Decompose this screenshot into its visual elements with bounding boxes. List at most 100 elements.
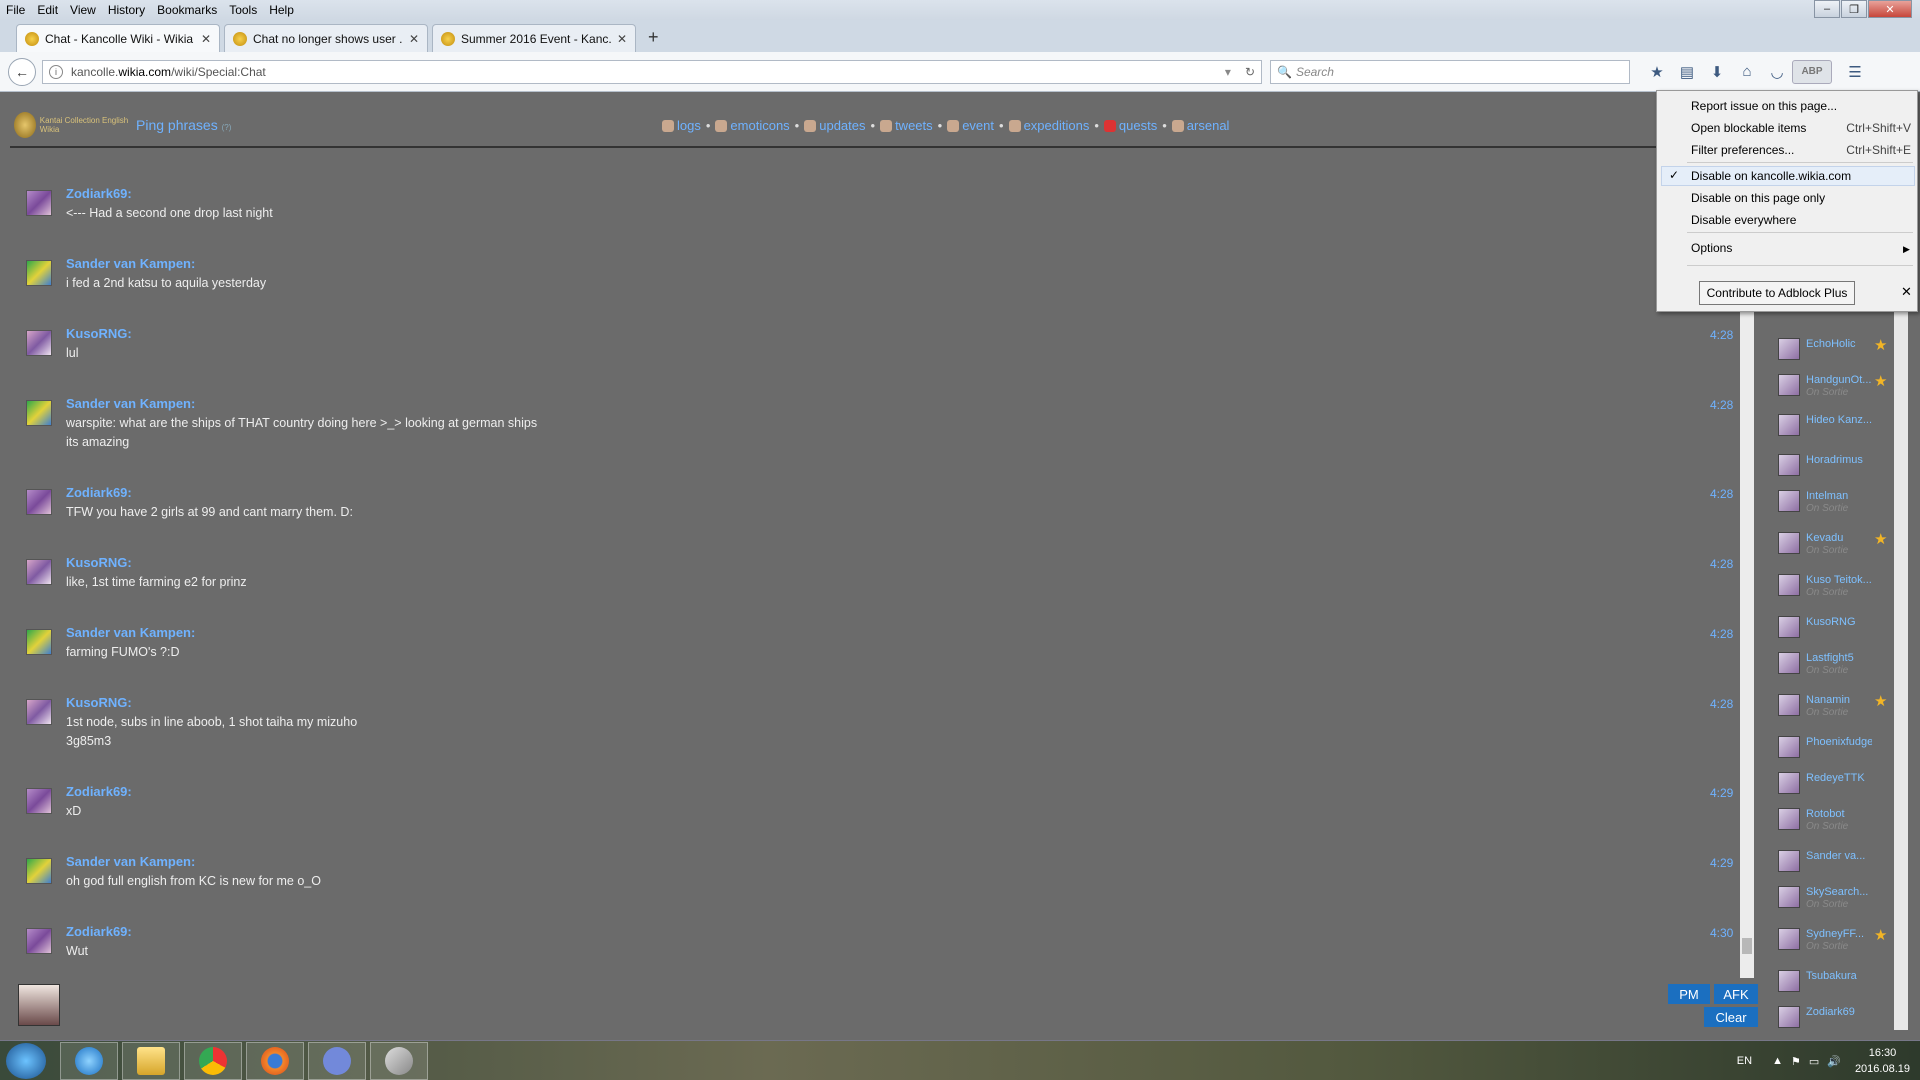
- language-indicator[interactable]: EN: [1737, 1055, 1752, 1067]
- tab-summer-event[interactable]: Summer 2016 Event - Kanc... ✕: [432, 24, 636, 52]
- menu-help[interactable]: Help: [269, 3, 294, 17]
- url-bar[interactable]: i kancolle.wikia.com/wiki/Special:Chat ▾…: [42, 59, 1262, 84]
- menu-item-open-blockable[interactable]: Open blockable items Ctrl+Shift+V: [1691, 121, 1911, 135]
- user-list-item[interactable]: Lastfight5 On Sortie: [1778, 650, 1888, 680]
- clear-button[interactable]: Clear: [1704, 1007, 1758, 1027]
- user-list-scrollbar[interactable]: [1894, 310, 1908, 1030]
- close-tab-icon[interactable]: ✕: [201, 32, 211, 46]
- scrollbar-thumb[interactable]: [1742, 938, 1752, 954]
- user-list-item[interactable]: HandgunOt... On Sortie ★: [1778, 372, 1888, 402]
- start-button[interactable]: [6, 1043, 46, 1079]
- user-list-item[interactable]: Intelman On Sortie: [1778, 488, 1888, 518]
- menu-edit[interactable]: Edit: [37, 3, 58, 17]
- contribute-button[interactable]: Contribute to Adblock Plus: [1699, 281, 1855, 305]
- link-expeditions[interactable]: expeditions: [1008, 118, 1089, 133]
- user-list-item[interactable]: SydneyFF... On Sortie ★: [1778, 926, 1888, 956]
- taskbar-ie[interactable]: [60, 1042, 118, 1080]
- menu-item-report-issue[interactable]: Report issue on this page...: [1691, 99, 1911, 113]
- taskbar-explorer[interactable]: [122, 1042, 180, 1080]
- home-icon[interactable]: ⌂: [1732, 60, 1762, 84]
- tab-chat[interactable]: Chat - Kancolle Wiki - Wikia ✕: [16, 24, 220, 52]
- close-icon[interactable]: ✕: [1901, 284, 1912, 300]
- message-username[interactable]: Sander van Kampen:: [66, 396, 195, 411]
- user-list-item[interactable]: Kuso Teitok... On Sortie: [1778, 572, 1888, 602]
- message-username[interactable]: Zodiark69:: [66, 924, 132, 939]
- message-username[interactable]: Zodiark69:: [66, 784, 132, 799]
- message-username[interactable]: KusoRNG:: [66, 555, 132, 570]
- pm-button[interactable]: PM: [1668, 984, 1710, 1004]
- menu-bookmarks[interactable]: Bookmarks: [157, 3, 217, 17]
- volume-icon[interactable]: 🔊: [1827, 1055, 1841, 1068]
- afk-button[interactable]: AFK: [1714, 984, 1758, 1004]
- avatar[interactable]: [26, 559, 52, 585]
- menu-tools[interactable]: Tools: [229, 3, 257, 17]
- menu-item-filter-preferences[interactable]: Filter preferences... Ctrl+Shift+E: [1691, 143, 1911, 157]
- search-input[interactable]: 🔍 Search: [1270, 59, 1630, 84]
- message-username[interactable]: Sander van Kampen:: [66, 256, 195, 271]
- user-list-item[interactable]: RedeyeTTK: [1778, 770, 1888, 800]
- avatar[interactable]: [26, 928, 52, 954]
- reload-icon[interactable]: ↻: [1245, 65, 1255, 79]
- user-list-item[interactable]: SkySearch... On Sortie: [1778, 884, 1888, 914]
- pocket-icon[interactable]: ◡: [1762, 60, 1792, 84]
- menu-file[interactable]: File: [6, 3, 25, 17]
- taskbar-chrome[interactable]: [184, 1042, 242, 1080]
- avatar[interactable]: [26, 260, 52, 286]
- menu-item-options[interactable]: Options: [1691, 241, 1911, 255]
- user-list-item[interactable]: Sander va...: [1778, 848, 1888, 878]
- user-list-item[interactable]: KusoRNG: [1778, 614, 1888, 644]
- link-logs[interactable]: logs: [662, 118, 701, 133]
- menu-item-disable-site[interactable]: Disable on kancolle.wikia.com: [1691, 169, 1911, 183]
- minimize-button[interactable]: ‒: [1814, 0, 1840, 18]
- link-updates[interactable]: updates: [804, 118, 866, 133]
- download-icon[interactable]: ⬇: [1702, 60, 1732, 84]
- url-dropdown-icon[interactable]: ▾: [1225, 65, 1231, 79]
- info-icon[interactable]: i: [49, 64, 63, 79]
- new-tab-button[interactable]: +: [648, 27, 659, 48]
- wiki-logo[interactable]: Kantai Collection English Wikia: [14, 107, 132, 143]
- avatar[interactable]: [26, 858, 52, 884]
- avatar[interactable]: [26, 400, 52, 426]
- ping-phrases-link[interactable]: Ping phrases (?): [136, 117, 231, 133]
- bookmark-star-icon[interactable]: ★: [1642, 60, 1672, 84]
- taskbar-firefox[interactable]: [246, 1042, 304, 1080]
- close-window-button[interactable]: ✕: [1868, 0, 1912, 18]
- avatar[interactable]: [26, 699, 52, 725]
- link-emoticons[interactable]: emoticons: [715, 118, 790, 133]
- menu-item-disable-page[interactable]: Disable on this page only: [1691, 191, 1911, 205]
- action-center-flag-icon[interactable]: ⚑: [1791, 1055, 1801, 1068]
- taskbar-discord[interactable]: [308, 1042, 366, 1080]
- message-username[interactable]: KusoRNG:: [66, 695, 132, 710]
- link-quests[interactable]: quests: [1103, 118, 1157, 133]
- maximize-button[interactable]: ❐: [1841, 0, 1867, 18]
- menu-history[interactable]: History: [108, 3, 145, 17]
- message-username[interactable]: Zodiark69:: [66, 485, 132, 500]
- message-username[interactable]: Sander van Kampen:: [66, 625, 195, 640]
- show-hidden-icons-icon[interactable]: ▲: [1772, 1055, 1783, 1067]
- user-list-item[interactable]: Rotobot On Sortie: [1778, 806, 1888, 836]
- hamburger-menu-icon[interactable]: ☰: [1840, 60, 1870, 84]
- message-username[interactable]: Sander van Kampen:: [66, 854, 195, 869]
- avatar[interactable]: [26, 489, 52, 515]
- user-list-item[interactable]: Zodiark69: [1778, 1004, 1888, 1034]
- message-username[interactable]: KusoRNG:: [66, 326, 132, 341]
- avatar[interactable]: [26, 330, 52, 356]
- menu-view[interactable]: View: [70, 3, 96, 17]
- avatar[interactable]: [26, 788, 52, 814]
- user-list-item[interactable]: Hideo Kanz...: [1778, 412, 1888, 442]
- close-tab-icon[interactable]: ✕: [409, 32, 419, 46]
- adblock-plus-button[interactable]: ABP: [1792, 59, 1832, 84]
- user-list-item[interactable]: Phoenixfudge: [1778, 734, 1888, 764]
- user-list-item[interactable]: Tsubakura: [1778, 968, 1888, 998]
- link-event[interactable]: event: [947, 118, 994, 133]
- reading-list-icon[interactable]: ▤: [1672, 60, 1702, 84]
- taskbar-app[interactable]: [370, 1042, 428, 1080]
- avatar[interactable]: [26, 629, 52, 655]
- close-tab-icon[interactable]: ✕: [617, 32, 627, 46]
- user-list-item[interactable]: Nanamin On Sortie ★: [1778, 692, 1888, 722]
- avatar[interactable]: [26, 190, 52, 216]
- network-icon[interactable]: ▭: [1809, 1055, 1819, 1068]
- user-list-item[interactable]: EchoHolic ★: [1778, 336, 1888, 366]
- menu-item-disable-everywhere[interactable]: Disable everywhere: [1691, 213, 1911, 227]
- message-username[interactable]: Zodiark69:: [66, 186, 132, 201]
